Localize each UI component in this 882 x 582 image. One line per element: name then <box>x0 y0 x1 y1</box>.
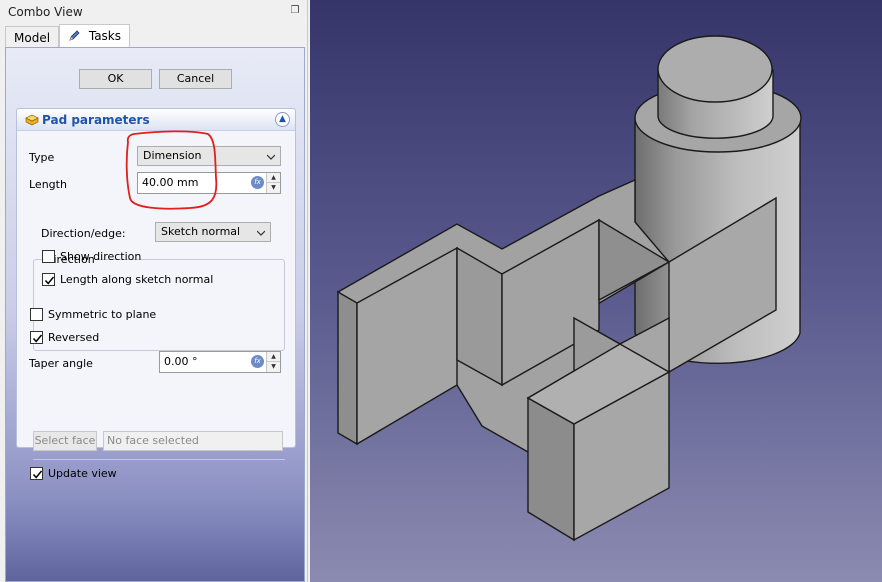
chevron-down-icon <box>267 154 275 160</box>
combo-view-title: Combo View <box>8 5 83 19</box>
taper-input[interactable]: 0.00 ° fx ▲ ▼ <box>159 351 281 373</box>
3d-viewport[interactable] <box>310 0 882 582</box>
taper-value: 0.00 ° <box>164 355 198 368</box>
length-along-normal-checkbox[interactable] <box>42 273 55 286</box>
combo-view-panel: Combo View ❐ Model Tasks OK Cancel Pad p… <box>0 0 308 582</box>
step-up-icon[interactable]: ▲ <box>267 352 280 362</box>
cancel-button[interactable]: Cancel <box>159 69 232 89</box>
taper-stepper[interactable]: ▲ ▼ <box>266 352 280 372</box>
update-view-label: Update view <box>48 467 117 480</box>
ok-button[interactable]: OK <box>79 69 152 89</box>
step-down-icon[interactable]: ▼ <box>267 362 280 372</box>
show-direction-checkbox[interactable] <box>42 250 55 263</box>
length-label: Length <box>29 178 67 191</box>
select-face-button[interactable]: Select face <box>33 431 97 451</box>
float-window-icon[interactable]: ❐ <box>289 5 301 17</box>
reversed-label: Reversed <box>48 331 100 344</box>
symmetric-checkbox[interactable] <box>30 308 43 321</box>
taper-label: Taper angle <box>29 357 93 370</box>
boss-top <box>657 35 773 103</box>
tab-bar: Model Tasks <box>5 24 131 48</box>
fx-expression-icon[interactable]: fx <box>251 176 264 189</box>
tab-tasks[interactable]: Tasks <box>59 24 131 48</box>
reversed-checkbox[interactable] <box>30 331 43 344</box>
check-icon <box>32 334 43 343</box>
pad-feature-icon <box>25 113 39 127</box>
face-field[interactable]: No face selected <box>103 431 283 451</box>
direction-edge-label: Direction/edge: <box>41 227 126 240</box>
tab-tasks-label: Tasks <box>88 29 122 43</box>
length-stepper[interactable]: ▲ ▼ <box>266 173 280 193</box>
symmetric-label: Symmetric to plane <box>48 308 157 321</box>
direction-edge-value: Sketch normal <box>161 225 241 238</box>
tab-model-label: Model <box>14 31 51 45</box>
update-view-checkbox[interactable] <box>30 467 43 480</box>
chevron-down-icon <box>257 230 265 236</box>
show-direction-label: Show direction <box>60 250 142 263</box>
check-icon <box>44 276 55 285</box>
separator <box>33 459 285 460</box>
part-model <box>336 35 802 542</box>
length-along-normal-label: Length along sketch normal <box>60 273 214 286</box>
check-icon <box>32 470 43 479</box>
step-up-icon[interactable]: ▲ <box>267 173 280 183</box>
step-down-icon[interactable]: ▼ <box>267 183 280 193</box>
collapse-chevron-icon[interactable]: ▲ <box>275 112 290 127</box>
direction-edge-dropdown[interactable]: Sketch normal <box>155 222 271 242</box>
tab-model[interactable]: Model <box>5 26 60 48</box>
fx-expression-icon[interactable]: fx <box>251 355 264 368</box>
type-label: Type <box>29 151 55 164</box>
left-block-edge <box>337 290 358 446</box>
annotation-circle <box>125 130 218 210</box>
